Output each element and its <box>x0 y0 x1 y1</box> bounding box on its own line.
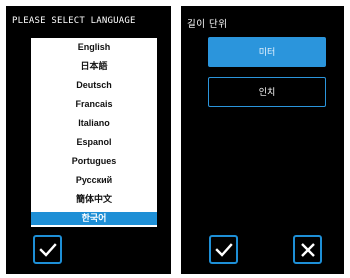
unit-option-meter[interactable]: 미터 <box>208 37 326 67</box>
language-option-portuguese[interactable]: Portugues <box>31 152 157 171</box>
language-option-spanish[interactable]: Espanol <box>31 133 157 152</box>
language-option-chinese[interactable]: 簡体中文 <box>31 190 157 209</box>
unit-option-inch[interactable]: 인치 <box>208 77 326 107</box>
language-option-italian[interactable]: Italiano <box>31 114 157 133</box>
unit-screen-title: 길이 단위 <box>187 19 228 30</box>
length-unit-screen: 길이 단위 미터 인치 <box>181 6 344 274</box>
language-option-russian[interactable]: Русский <box>31 171 157 190</box>
checkmark-icon <box>214 242 233 257</box>
language-option-korean[interactable]: 한국어 <box>31 212 157 225</box>
language-option-french[interactable]: Francais <box>31 95 157 114</box>
cancel-button[interactable] <box>293 235 322 264</box>
language-select-screen: PLEASE SELECT LANGUAGE English 日本語 Deuts… <box>6 6 171 274</box>
language-option-english[interactable]: English <box>31 38 157 57</box>
language-option-japanese[interactable]: 日本語 <box>31 57 157 76</box>
language-screen-title: PLEASE SELECT LANGUAGE <box>12 16 136 26</box>
language-option-german[interactable]: Deutsch <box>31 76 157 95</box>
confirm-button[interactable] <box>209 235 238 264</box>
close-icon <box>300 242 315 257</box>
checkmark-icon <box>38 242 57 257</box>
confirm-button[interactable] <box>33 235 62 264</box>
language-list: English 日本語 Deutsch Francais Italiano Es… <box>31 38 157 227</box>
